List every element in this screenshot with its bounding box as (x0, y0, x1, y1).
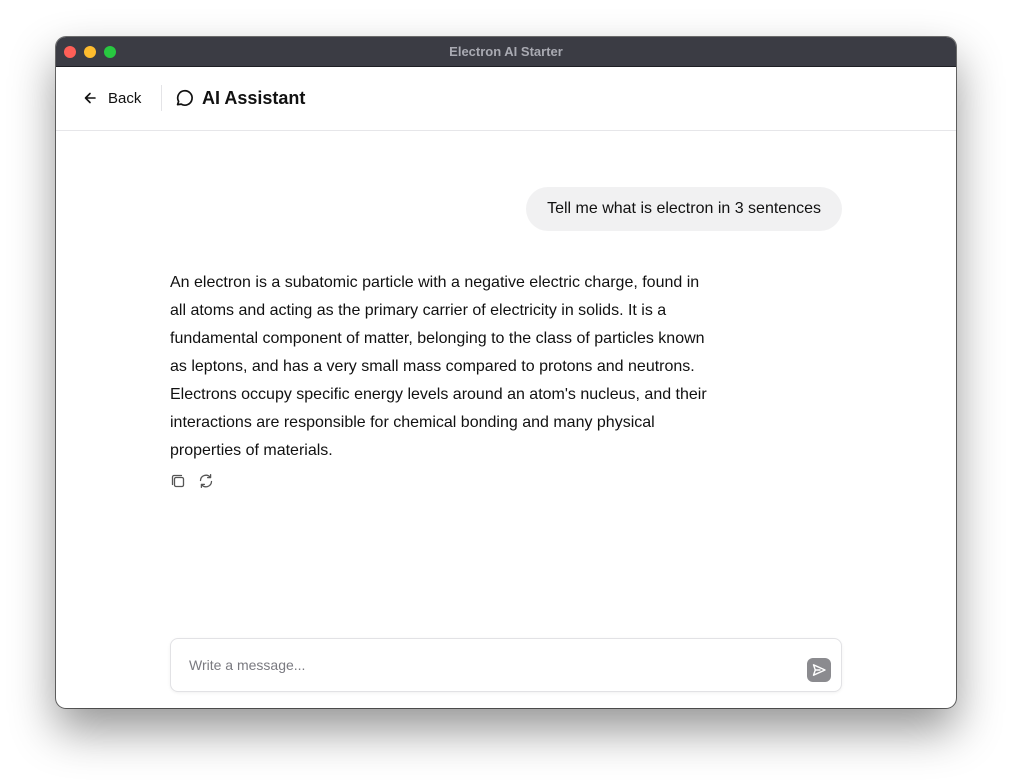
desktop: Electron AI Starter Back AI Assistant Te… (0, 0, 1012, 782)
page-title: AI Assistant (202, 87, 306, 108)
back-label: Back (108, 89, 142, 107)
app-window: Electron AI Starter Back AI Assistant Te… (56, 37, 956, 708)
send-icon (812, 664, 826, 676)
title-bar[interactable]: Electron AI Starter (56, 37, 956, 67)
message-actions (170, 473, 214, 489)
window-title: Electron AI Starter (449, 44, 563, 59)
regenerate-icon[interactable] (198, 473, 214, 489)
header-divider (161, 85, 162, 111)
message-circle-icon (176, 89, 193, 106)
page-heading: AI Assistant (174, 82, 305, 114)
message-input[interactable] (189, 639, 789, 691)
message-composer (170, 638, 842, 692)
send-button[interactable] (807, 658, 831, 682)
arrow-left-icon (84, 92, 96, 104)
chat-area[interactable]: Tell me what is electron in 3 sentences … (56, 131, 956, 708)
assistant-message: An electron is a subatomic particle with… (170, 274, 707, 459)
copy-icon[interactable] (170, 473, 186, 489)
back-button[interactable]: Back (76, 82, 147, 114)
user-message: Tell me what is electron in 3 sentences (526, 187, 842, 231)
app-header: Back AI Assistant (56, 67, 956, 131)
